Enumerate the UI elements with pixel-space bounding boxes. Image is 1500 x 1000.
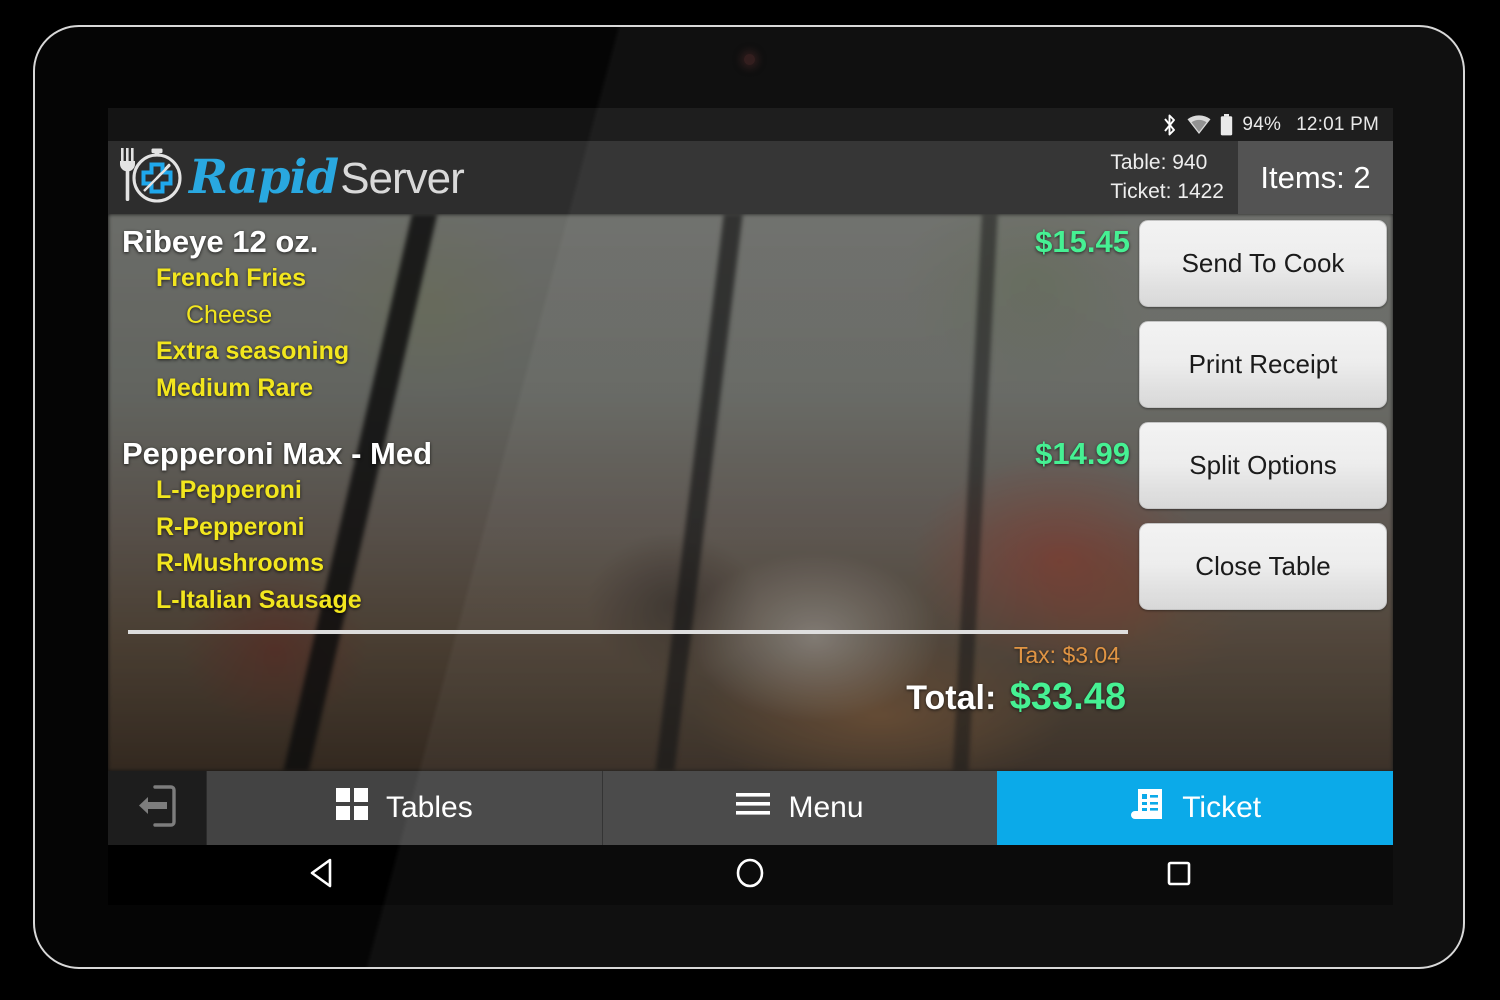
tab-tables[interactable]: Tables [206, 771, 602, 845]
tab-ticket-label: Ticket [1182, 791, 1262, 824]
ticket-line-item[interactable]: Pepperoni Max - Med $14.99 L-Pepperoni R… [108, 436, 1138, 618]
header-right-group: Table: 940 Ticket: 1422 Items: 2 [1100, 141, 1393, 214]
tab-menu[interactable]: Menu [601, 771, 998, 845]
tax-row: Tax: $3.04 [108, 642, 1128, 669]
close-table-button[interactable]: Close Table [1139, 523, 1387, 610]
brand-rapid-label: Rapid [189, 150, 339, 205]
print-receipt-label: Print Receipt [1188, 349, 1338, 379]
nav-recents-button[interactable] [1149, 845, 1209, 905]
items-count-badge[interactable]: Items: 2 [1238, 141, 1393, 214]
total-label: Total: [906, 679, 997, 717]
clock-label: 12:01 PM [1296, 113, 1379, 135]
android-navigation-bar [108, 845, 1393, 905]
total-row: Total: $33.48 [108, 676, 1128, 719]
line-item-price: $15.45 [1035, 224, 1130, 259]
ticket-content-area: Ribeye 12 oz. $15.45 French Fries Cheese… [108, 214, 1393, 771]
tab-menu-label: Menu [788, 791, 864, 824]
line-item-modifier: L-Pepperoni [156, 476, 302, 504]
ticket-line-item[interactable]: Ribeye 12 oz. $15.45 French Fries Cheese… [108, 224, 1138, 406]
table-number-label: Table: 940 [1110, 151, 1208, 175]
close-table-label: Close Table [1195, 551, 1331, 581]
nav-back-button[interactable] [292, 845, 352, 905]
line-item-name: Ribeye 12 oz. [122, 224, 319, 259]
tab-tables-label: Tables [385, 791, 473, 824]
bluetooth-icon [1161, 114, 1178, 136]
items-count-label: Items: 2 [1260, 159, 1371, 195]
grid-icon [335, 788, 368, 828]
send-to-cook-button[interactable]: Send To Cook [1139, 220, 1387, 307]
table-ticket-info: Table: 940 Ticket: 1422 [1100, 141, 1238, 214]
screenshot-root: 94% 12:01 PM Rapid Server Table: 940 Tic… [0, 0, 1500, 1000]
ticket-items-list[interactable]: Ribeye 12 oz. $15.45 French Fries Cheese… [108, 214, 1138, 771]
line-item-header: Pepperoni Max - Med $14.99 [108, 436, 1138, 472]
total-value: $33.48 [1009, 676, 1126, 718]
back-triangle-icon [308, 858, 336, 893]
wifi-icon [1187, 114, 1211, 135]
app-logo: Rapid Server [108, 142, 465, 213]
tax-label: Tax: [1013, 642, 1057, 668]
totals-block: Tax: $3.04 Total: $33.48 [108, 642, 1128, 719]
home-circle-icon [735, 857, 765, 894]
brand-wordmark: Rapid Server [189, 150, 465, 205]
print-receipt-button[interactable]: Print Receipt [1139, 321, 1387, 408]
logout-button[interactable] [108, 771, 206, 845]
totals-divider [128, 630, 1128, 634]
brand-server-label: Server [340, 154, 465, 203]
line-item-modifier: Cheese [186, 300, 273, 329]
action-button-group: Send To Cook Print Receipt Split Options… [1139, 220, 1387, 610]
split-options-button[interactable]: Split Options [1139, 422, 1387, 509]
tab-ticket[interactable]: Ticket [997, 771, 1393, 845]
android-status-bar: 94% 12:01 PM [108, 108, 1393, 141]
tax-value: $3.04 [1062, 642, 1120, 668]
battery-icon [1220, 113, 1233, 136]
line-item-modifier: L-Italian Sausage [156, 585, 362, 614]
nav-home-button[interactable] [720, 845, 780, 905]
line-item-spacer [108, 408, 1138, 436]
stopwatch-fork-logo-icon [115, 142, 185, 213]
front-camera-icon [744, 54, 755, 65]
battery-percent-label: 94% [1242, 113, 1282, 135]
ticket-number-label: Ticket: 1422 [1110, 179, 1224, 203]
line-item-modifier: R-Mushrooms [156, 549, 325, 577]
recents-square-icon [1166, 859, 1192, 892]
logout-icon [135, 783, 179, 834]
line-item-modifier: French Fries [156, 264, 307, 292]
receipt-icon [1130, 787, 1164, 829]
split-options-label: Split Options [1189, 450, 1337, 480]
line-item-modifier: Medium Rare [156, 373, 313, 402]
app-header: Rapid Server Table: 940 Ticket: 1422 Ite… [108, 141, 1393, 214]
send-to-cook-label: Send To Cook [1181, 248, 1345, 278]
line-item-price: $14.99 [1035, 436, 1130, 471]
line-item-name: Pepperoni Max - Med [122, 436, 433, 471]
line-item-modifier: Extra seasoning [156, 337, 350, 365]
app-screen: 94% 12:01 PM Rapid Server Table: 940 Tic… [108, 108, 1393, 845]
line-item-header: Ribeye 12 oz. $15.45 [108, 224, 1138, 260]
line-item-modifier: R-Pepperoni [156, 512, 305, 541]
hamburger-icon [736, 791, 771, 825]
bottom-tab-bar: Tables Menu Ticket [108, 771, 1393, 845]
